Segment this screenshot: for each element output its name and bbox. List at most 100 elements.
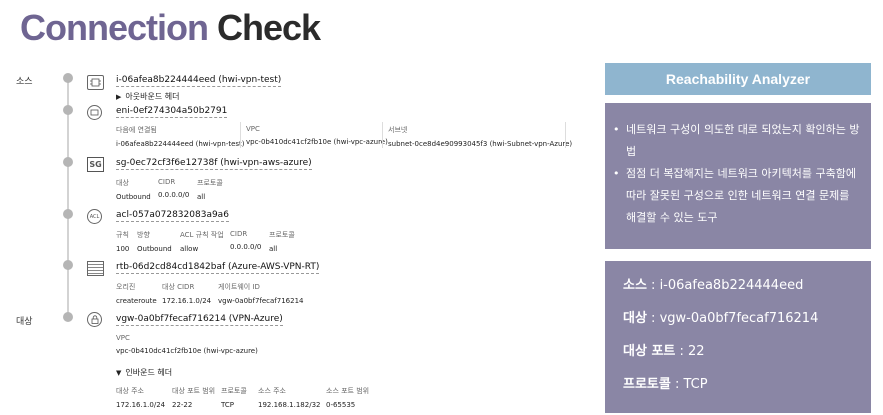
rtb-header: 오리진 xyxy=(116,283,136,291)
vgw-col-4: 소스 주소 192.168.1.182/32 xyxy=(258,386,320,409)
vgw-col-3: 프로토콜 TCP xyxy=(221,386,247,409)
eni-vpc-value: vpc-0b410dc41cf2fb10e (hwi-vpc-azure) xyxy=(246,138,388,146)
vgw-vpc-label: VPC xyxy=(116,334,130,342)
vgw-vpc: VPC vpc-0b410dc41cf2fb10e (hwi-vpc-azure… xyxy=(116,334,258,355)
rtb-col-3: 게이트웨이 ID vgw-0a0bf7fecaf716214 xyxy=(218,282,304,305)
summary-value: : 22 xyxy=(675,344,705,359)
vgw-header: 소스 주소 xyxy=(258,387,286,395)
eni-vpc-label: VPC xyxy=(246,125,260,133)
divider xyxy=(382,122,383,148)
description-bullet: 점점 더 복잡해지는 네트워크 아키텍처를 구축함에 따라 잘못된 구성으로 인… xyxy=(613,163,861,229)
acl-col-5: 프로토콜 all xyxy=(269,230,295,253)
chip-icon xyxy=(87,75,104,90)
acl-header: CIDR xyxy=(230,230,248,238)
timeline-dot xyxy=(63,209,73,219)
summary-protocol: 프로토콜 : TCP xyxy=(623,374,871,407)
rtb-value: createroute xyxy=(116,297,157,305)
summary-destination: 대상 : vgw-0a0bf7fecaf716214 xyxy=(623,308,871,341)
vgw-value: 0-65535 xyxy=(326,401,356,409)
acl-value: Outbound xyxy=(137,245,172,253)
sg-id-link[interactable]: sg-0ec72cf3f6e12738f (hwi-vpn-aws-azure) xyxy=(116,158,312,170)
eni-subnet-label: 서브넷 xyxy=(388,126,408,134)
outbound-header-label: 아웃바운드 헤더 xyxy=(125,92,180,101)
vgw-value: 192.168.1.182/32 xyxy=(258,401,321,409)
vgw-value: 172.16.1.0/24 xyxy=(116,401,166,409)
acl-col-2: 방향 Outbound xyxy=(137,230,172,253)
sg-value: all xyxy=(197,193,206,201)
vgw-header: 대상 주소 xyxy=(116,387,144,395)
title-part2: Check xyxy=(217,7,321,48)
rtb-header: 대상 CIDR xyxy=(162,283,195,291)
timeline-dot xyxy=(63,260,73,270)
acl-value: all xyxy=(269,245,278,253)
triangle-right-icon: ▶ xyxy=(116,93,122,101)
security-group-icon: SG xyxy=(87,157,104,172)
summary-label: 소스 xyxy=(623,278,647,293)
acl-value: 100 xyxy=(116,245,130,253)
page-title: Connection Check xyxy=(20,6,321,50)
acl-header: 규칙 xyxy=(116,231,129,239)
source-label: 소스 xyxy=(16,77,33,87)
rtb-value: 172.16.1.0/24 xyxy=(162,297,212,305)
network-interface-icon xyxy=(87,105,102,120)
sg-header: CIDR xyxy=(158,178,176,186)
sg-value: Outbound xyxy=(116,193,151,201)
acl-value: 0.0.0.0/0 xyxy=(230,243,262,251)
instance-id-link[interactable]: i-06afea8b224444eed (hwi-vpn-test) xyxy=(116,75,282,87)
triangle-down-icon: ▼ xyxy=(116,369,122,377)
summary-label: 프로토콜 xyxy=(623,377,671,392)
eni-attached: 다음에 연결됨 i-06afea8b224444eed (hwi-vpn-tes… xyxy=(116,125,245,148)
timeline-dot xyxy=(63,73,73,83)
eni-id-link[interactable]: eni-0ef274304a50b2791 xyxy=(116,106,228,118)
acl-col-3: ACL 규칙 작업 allow xyxy=(180,230,224,253)
acl-value: allow xyxy=(180,245,199,253)
destination-label: 대상 xyxy=(16,317,33,327)
summary-value: : vgw-0a0bf7fecaf716214 xyxy=(646,311,819,326)
summary-port: 대상 포트 : 22 xyxy=(623,341,871,374)
summary-value: : TCP xyxy=(670,377,708,392)
eni-attached-value: i-06afea8b224444eed (hwi-vpn-test) xyxy=(116,140,245,148)
sg-header: 프로토콜 xyxy=(197,179,223,187)
network-acl-icon: ACL xyxy=(87,209,102,224)
acl-header: 프로토콜 xyxy=(269,231,295,239)
description-bullet: 네트워크 구성이 의도한 대로 되었는지 확인하는 방법 xyxy=(613,119,861,163)
sg-value: 0.0.0.0/0 xyxy=(158,191,190,199)
summary-source: 소스 : i-06afea8b224444eed xyxy=(623,275,871,308)
summary-label: 대상 포트 xyxy=(623,344,676,359)
inbound-header-toggle[interactable]: ▼ 인바운드 헤더 xyxy=(116,367,172,378)
rtb-value: vgw-0a0bf7fecaf716214 xyxy=(218,297,304,305)
sg-header: 대상 xyxy=(116,179,129,187)
summary-label: 대상 xyxy=(623,311,647,326)
acl-col-1: 규칙 100 xyxy=(116,230,129,253)
outbound-header-toggle[interactable]: ▶ 아웃바운드 헤더 xyxy=(116,91,179,102)
rtb-id-link[interactable]: rtb-06d2cd84cd1842baf (Azure-AWS-VPN-RT) xyxy=(116,262,320,274)
vgw-col-1: 대상 주소 172.16.1.0/24 xyxy=(116,386,165,409)
sg-col-1: 대상 Outbound xyxy=(116,178,151,201)
acl-id-link[interactable]: acl-057a072832083a9a6 xyxy=(116,210,229,222)
vgw-value: 22-22 xyxy=(172,401,193,409)
divider xyxy=(565,122,566,148)
eni-subnet: 서브넷 subnet-0ce8d4e90993045f3 (hwi-Subnet… xyxy=(388,125,572,148)
route-table-icon xyxy=(87,261,104,276)
vgw-vpc-value: vpc-0b410dc41cf2fb10e (hwi-vpc-azure) xyxy=(116,347,258,355)
rtb-col-2: 대상 CIDR 172.16.1.0/24 xyxy=(162,282,211,305)
description-panel: 네트워크 구성이 의도한 대로 되었는지 확인하는 방법 점점 더 복잡해지는 … xyxy=(605,103,871,249)
eni-subnet-value: subnet-0ce8d4e90993045f3 (hwi-Subnet-vpn… xyxy=(388,140,573,148)
rtb-col-1: 오리진 createroute xyxy=(116,282,157,305)
summary-value: : i-06afea8b224444eed xyxy=(646,278,804,293)
acl-header: ACL 규칙 작업 xyxy=(180,231,224,239)
eni-vpc: VPC vpc-0b410dc41cf2fb10e (hwi-vpc-azure… xyxy=(246,125,388,146)
timeline-dot xyxy=(63,105,73,115)
inbound-header-label: 인바운드 헤더 xyxy=(125,368,173,377)
title-part1: Connection xyxy=(20,7,209,48)
vgw-header: 대상 포트 범위 xyxy=(172,387,216,395)
acl-header: 방향 xyxy=(137,231,150,239)
vgw-col-2: 대상 포트 범위 22-22 xyxy=(172,386,215,409)
rtb-header: 게이트웨이 ID xyxy=(218,283,260,291)
timeline-dot xyxy=(63,157,73,167)
vgw-id-link[interactable]: vgw-0a0bf7fecaf716214 (VPN-Azure) xyxy=(116,314,283,326)
divider xyxy=(240,122,241,148)
vgw-header: 프로토콜 xyxy=(221,387,247,395)
vpn-gateway-icon xyxy=(87,312,102,327)
vgw-col-5: 소스 포트 범위 0-65535 xyxy=(326,386,369,409)
